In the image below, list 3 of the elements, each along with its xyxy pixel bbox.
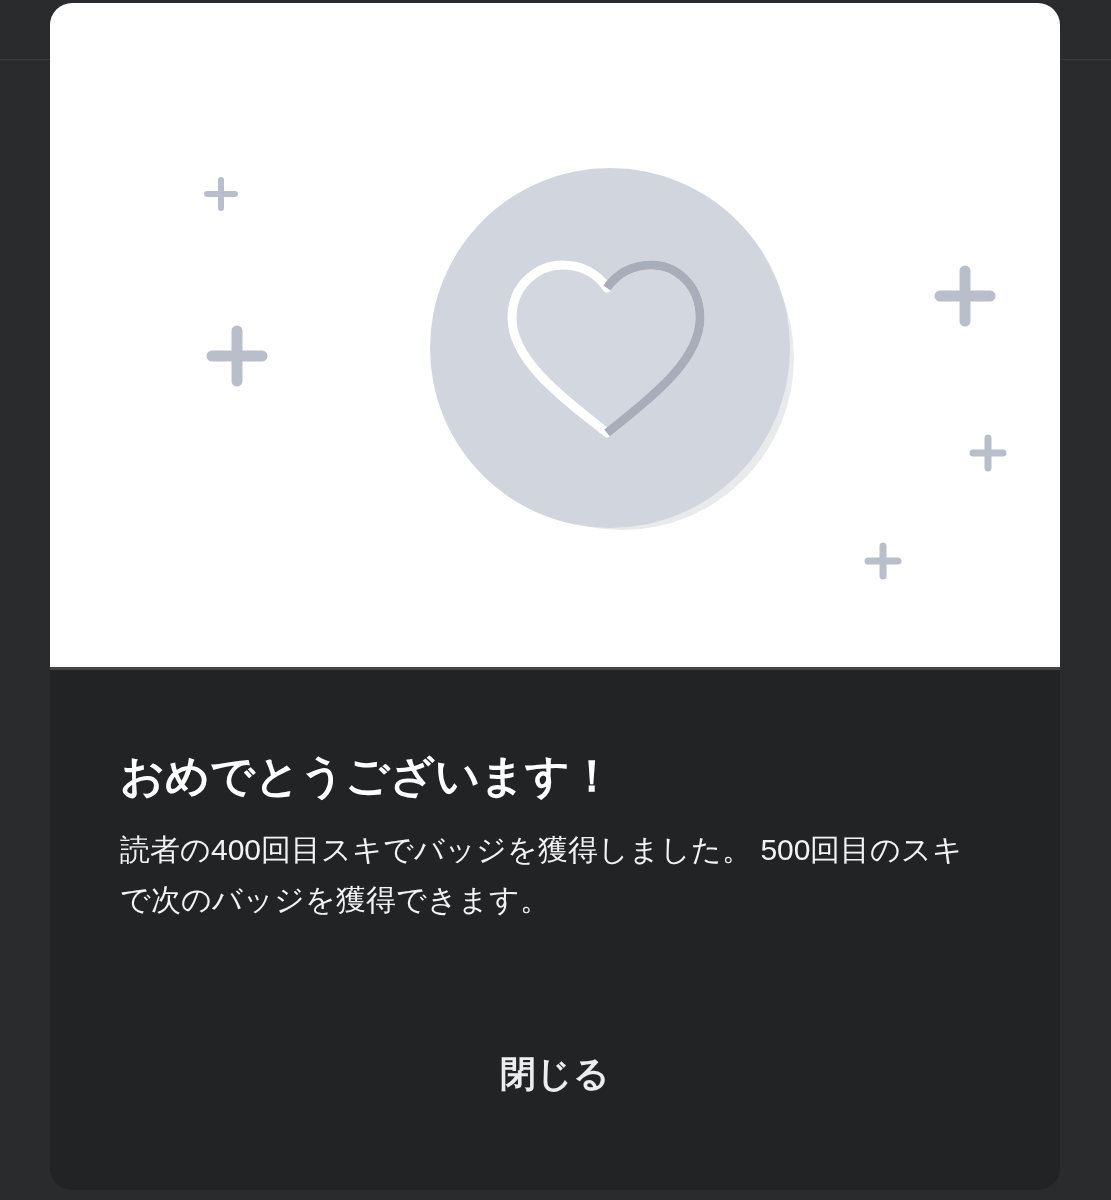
close-button[interactable]: 閉じる (468, 1035, 642, 1113)
dialog-title: おめでとうございます！ (120, 750, 615, 802)
dialog-message: 読者の400回目スキでバッジを獲得しました。 500回目のスキで次のバッジを獲得できます。 (120, 832, 965, 918)
